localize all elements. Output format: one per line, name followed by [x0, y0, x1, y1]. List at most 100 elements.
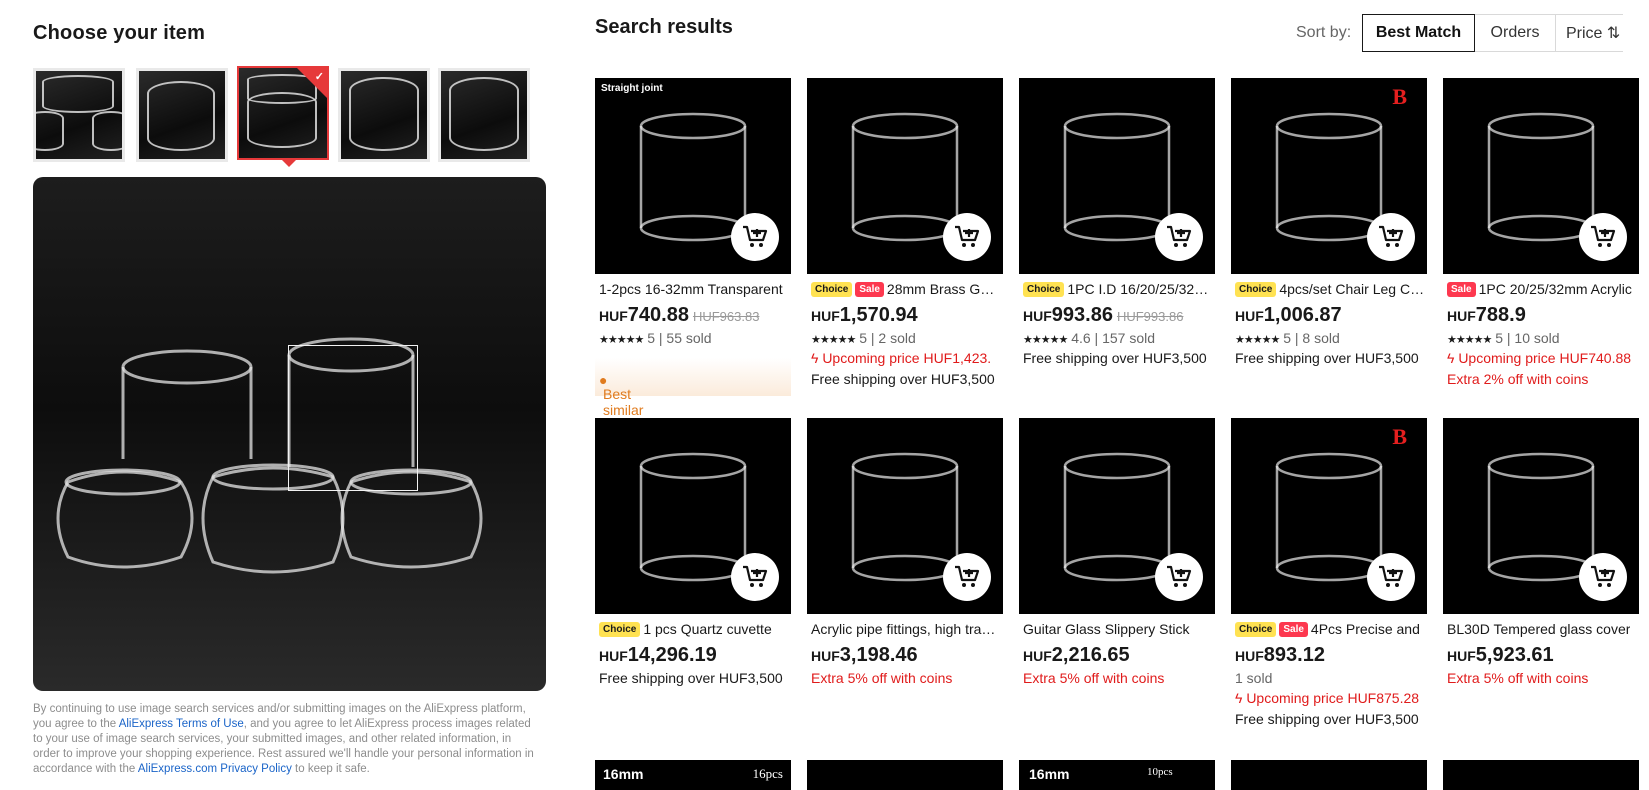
- product-title[interactable]: Choice Sale 28mm Brass Guitar: [811, 281, 1001, 297]
- product-image-15[interactable]: [1443, 760, 1639, 790]
- currency-label: HUF: [1447, 308, 1476, 324]
- rating-row: ★★★★★ 5 | 8 sold: [1235, 330, 1340, 346]
- add-to-cart-icon[interactable]: [1367, 553, 1415, 601]
- add-to-cart-icon[interactable]: [1579, 553, 1627, 601]
- add-to-cart-icon[interactable]: [731, 213, 779, 261]
- choose-item-title: Choose your item: [33, 22, 206, 44]
- add-to-cart-icon[interactable]: [1155, 553, 1203, 601]
- upcoming-price: ϟ Upcoming price HUF1,423.: [811, 350, 1003, 366]
- sale-tag: Sale: [855, 281, 884, 297]
- star-rating-icon: ★★★★★: [599, 334, 644, 346]
- currency-label: HUF: [811, 308, 840, 324]
- product-title[interactable]: BL30D Tempered glass cover: [1447, 621, 1637, 637]
- product-card[interactable]: Acrylic pipe fittings, high transparency…: [807, 418, 1003, 738]
- product-card[interactable]: B Choice Sale 4Pcs Precise and HUF893.12 1 so…: [1231, 418, 1427, 738]
- rating-row: ★★★★★ 5 | 55 sold: [599, 330, 712, 346]
- currency-label: HUF: [599, 648, 628, 664]
- product-image[interactable]: [1443, 78, 1639, 274]
- coins-discount-text: Extra 2% off with coins: [1447, 371, 1589, 387]
- currency-label: HUF: [1235, 648, 1264, 664]
- uploaded-image: [33, 177, 546, 691]
- product-title[interactable]: Choice Sale 4Pcs Precise and: [1235, 621, 1425, 637]
- add-to-cart-icon[interactable]: [731, 553, 779, 601]
- product-image[interactable]: Straight joint: [595, 78, 791, 274]
- product-image[interactable]: [1019, 78, 1215, 274]
- product-image-14[interactable]: [1231, 760, 1427, 790]
- price-value: 1,570.94: [839, 304, 918, 326]
- price-value: 740.88: [627, 304, 689, 326]
- rating-row: ★★★★★ 4.6 | 157 sold: [1023, 330, 1156, 346]
- coins-discount-text: Extra 5% off with coins: [811, 670, 953, 686]
- product-image[interactable]: [595, 418, 791, 614]
- add-to-cart-icon[interactable]: [1579, 213, 1627, 261]
- product-image[interactable]: B: [1231, 418, 1427, 614]
- product-card[interactable]: Sale 1PC 20/25/32mm Acrylic HUF788.9 ★★★★★ …: [1443, 78, 1639, 398]
- sort-price-button[interactable]: Price ⇅: [1555, 14, 1623, 52]
- product-title[interactable]: 1-2pcs 16-32mm Transparent: [599, 281, 789, 297]
- product-image[interactable]: B: [1231, 78, 1427, 274]
- brand-badge: B: [1392, 84, 1407, 109]
- product-title-text: 28mm Brass Guitar: [886, 281, 1001, 297]
- product-title-text: Acrylic pipe fittings, high transparency: [811, 621, 1001, 637]
- choice-tag: Choice: [1023, 281, 1065, 297]
- sort-best-match-button[interactable]: Best Match: [1362, 14, 1475, 52]
- currency-label: HUF: [1447, 648, 1476, 664]
- add-to-cart-icon[interactable]: [1155, 213, 1203, 261]
- add-to-cart-icon[interactable]: [1367, 213, 1415, 261]
- product-card[interactable]: Straight joint ● Best similar item 1-2pcs …: [595, 78, 791, 434]
- terms-of-use-link[interactable]: AliExpress Terms of Use: [119, 718, 244, 730]
- product-title[interactable]: Choice 1PC I.D 16/20/25/32mm: [1023, 281, 1213, 297]
- sale-tag: Sale: [1279, 621, 1308, 637]
- check-icon: ✓: [314, 71, 324, 83]
- add-to-cart-icon[interactable]: [943, 553, 991, 601]
- item-thumbnail-1[interactable]: [33, 68, 125, 162]
- product-card[interactable]: Guitar Glass Slippery Stick HUF2,216.65 Ex…: [1019, 418, 1215, 738]
- product-card[interactable]: Choice Sale 28mm Brass Guitar HUF1,570.94 ★★…: [807, 78, 1003, 398]
- item-thumbnail-4[interactable]: [338, 68, 430, 162]
- crop-selection-box[interactable]: [288, 345, 418, 491]
- product-image-13[interactable]: 16mm 10pcs: [1019, 760, 1215, 790]
- item-thumbnail-2[interactable]: [136, 68, 228, 162]
- sold-count: 8 sold: [1302, 330, 1340, 346]
- product-title-text: 4Pcs Precise and: [1310, 621, 1420, 637]
- product-price: HUF14,296.19: [599, 644, 717, 667]
- lightning-icon: ϟ: [811, 350, 819, 366]
- product-card[interactable]: BL30D Tempered glass cover HUF5,923.61 Ext…: [1443, 418, 1639, 738]
- currency-label: HUF: [1023, 308, 1052, 324]
- detected-items-strip: ✓: [33, 66, 546, 167]
- price-value: 1,006.87: [1263, 304, 1342, 326]
- product-price: HUF1,006.87: [1235, 304, 1342, 327]
- disclaimer-text: By continuing to use image search servic…: [33, 702, 538, 777]
- item-thumbnail-3-selected[interactable]: ✓: [237, 66, 329, 167]
- choice-tag: Choice: [1235, 621, 1277, 637]
- product-title[interactable]: Acrylic pipe fittings, high transparency: [811, 621, 1001, 637]
- product-card[interactable]: Choice 1 pcs Quartz cuvette HUF14,296.19 Fr…: [595, 418, 791, 738]
- search-results-title: Search results: [595, 16, 733, 38]
- product-title[interactable]: Choice 1 pcs Quartz cuvette: [599, 621, 789, 637]
- product-title[interactable]: Guitar Glass Slippery Stick: [1023, 621, 1213, 637]
- product-card[interactable]: B Choice 4pcs/set Chair Leg Caps HUF1,006.8…: [1231, 78, 1427, 398]
- product-title-text: 1 pcs Quartz cuvette: [643, 621, 772, 637]
- sale-tag: Sale: [1447, 281, 1476, 297]
- free-shipping-text: Free shipping over HUF3,500: [599, 670, 783, 686]
- product-title[interactable]: Sale 1PC 20/25/32mm Acrylic: [1447, 281, 1637, 297]
- lightning-icon: ϟ: [1235, 690, 1243, 706]
- price-value: 993.86: [1051, 304, 1113, 326]
- add-to-cart-icon[interactable]: [943, 213, 991, 261]
- product-image[interactable]: [1443, 418, 1639, 614]
- image-caption: 16pcs: [752, 766, 783, 781]
- item-thumbnail-5[interactable]: [438, 68, 530, 162]
- product-image-11[interactable]: 16mm 16pcs: [595, 760, 791, 790]
- currency-label: HUF: [811, 648, 840, 664]
- choice-tag: Choice: [599, 621, 641, 637]
- product-image[interactable]: [1019, 418, 1215, 614]
- product-image[interactable]: [807, 78, 1003, 274]
- product-image[interactable]: [807, 418, 1003, 614]
- rating-value: 5: [1495, 330, 1503, 346]
- product-image-12[interactable]: [807, 760, 1003, 790]
- product-title[interactable]: Choice 4pcs/set Chair Leg Caps: [1235, 281, 1425, 297]
- upcoming-price-text: Upcoming price HUF1,423.: [822, 350, 992, 366]
- privacy-policy-link[interactable]: AliExpress.com Privacy Policy: [138, 763, 292, 775]
- sort-orders-button[interactable]: Orders: [1474, 14, 1556, 52]
- product-card[interactable]: Choice 1PC I.D 16/20/25/32mm HUF993.86 HUF9…: [1019, 78, 1215, 398]
